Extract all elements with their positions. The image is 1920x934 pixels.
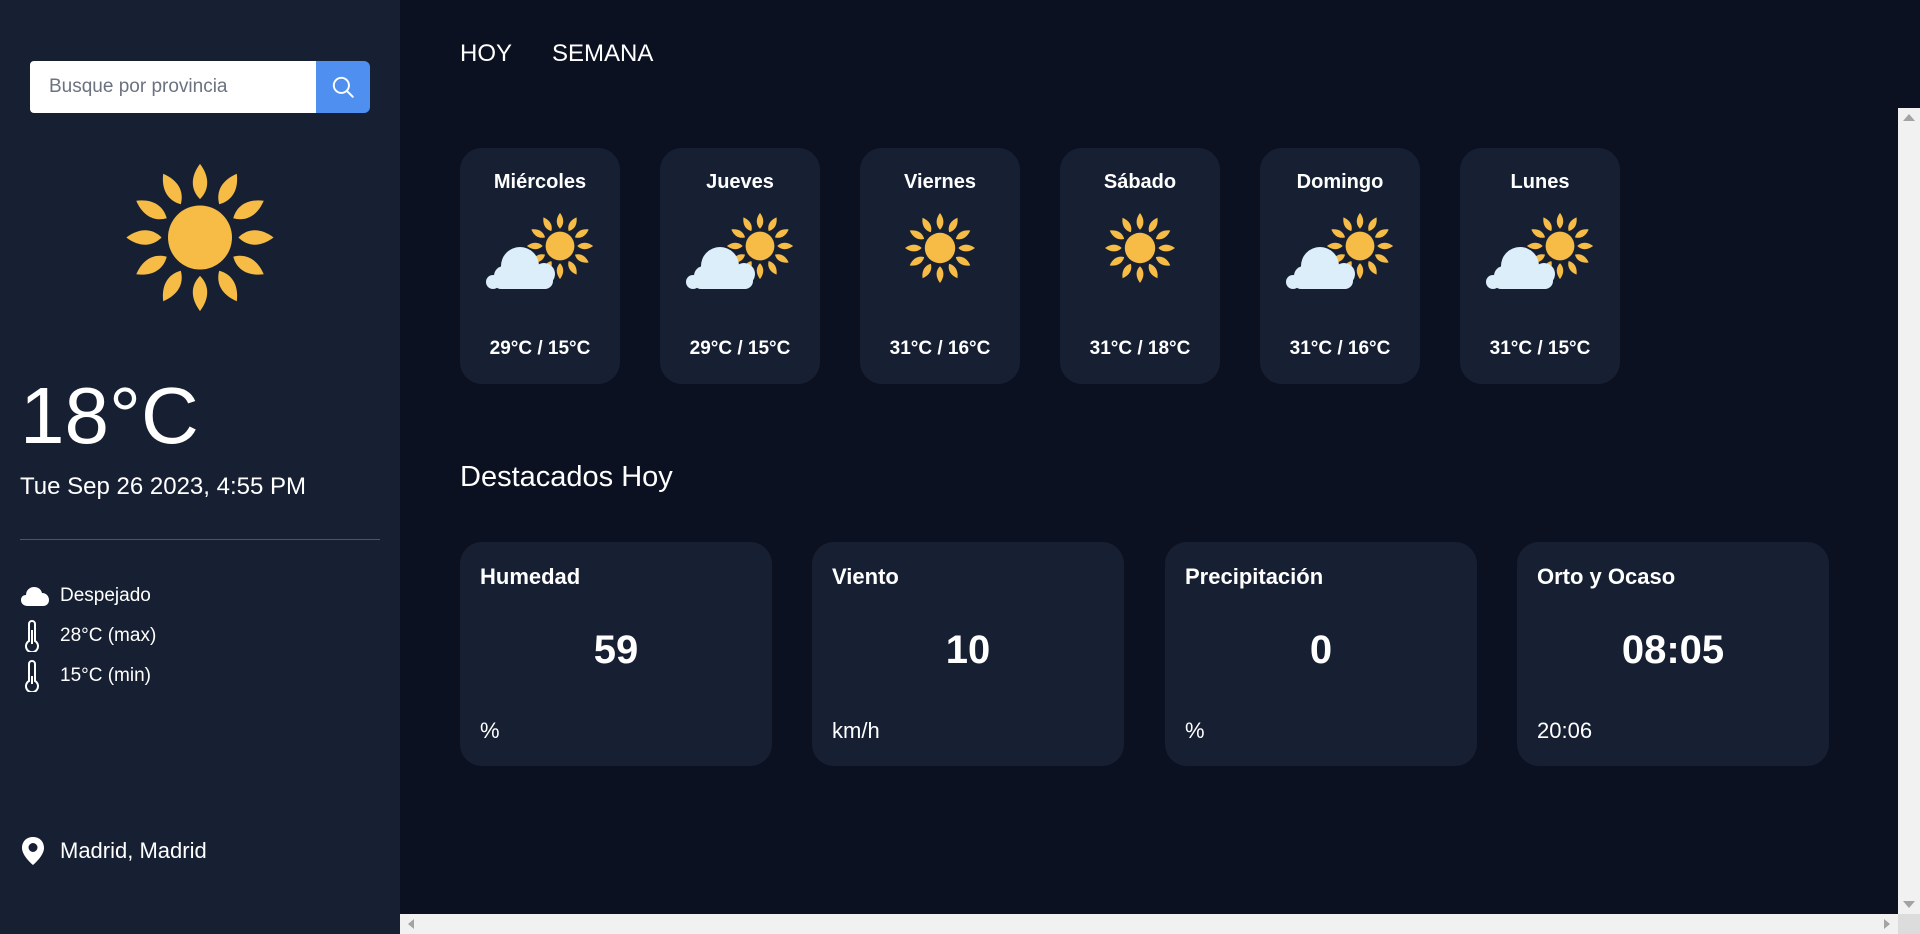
forecast-card: Miércoles 29°C / 15°C [460,148,620,384]
location: Madrid, Madrid [20,836,207,866]
cloud-icon [20,583,50,609]
highlight-card-sunrise-sunset: Orto y Ocaso 08:05 20:06 [1517,542,1829,766]
search-input[interactable] [30,61,316,113]
view-tabs: HOY SEMANA [460,40,653,68]
forecast-card: Domingo 31°C / 16°C [1260,148,1420,384]
scroll-left-icon[interactable] [408,919,414,929]
search-bar [30,61,370,113]
forecast-card: Sábado 31°C / 18°C [1060,148,1220,384]
sun-icon [905,213,975,283]
highlight-value: 59 [593,628,639,672]
highlight-unit: km/h [832,718,880,743]
sun-behind-cloud-icon [484,210,596,300]
highlight-unit: % [1185,718,1205,743]
tab-hoy[interactable]: HOY [460,40,512,68]
highlight-card-precipitation: Precipitación 0 % [1165,542,1477,766]
highlight-title: Precipitación [1185,564,1324,589]
forecast-card: Lunes 31°C / 15°C [1460,148,1620,384]
scroll-down-icon[interactable] [1903,901,1915,908]
highlight-value: 0 [1309,628,1333,672]
forecast-day: Viernes [904,171,976,193]
sun-icon [126,163,274,312]
condition-text: Despejado [60,585,151,606]
highlight-unit: 20:06 [1537,718,1593,743]
highlight-card-wind: Viento 10 km/h [812,542,1124,766]
forecast-card: Jueves 29°C / 15°C [660,148,820,384]
sidebar: 18°C Tue Sep 26 2023, 4:55 PM Despejado … [0,0,400,934]
forecast-temps: 31°C / 15°C [1489,338,1591,359]
sun-behind-cloud-icon [684,210,796,300]
highlight-title: Viento [832,564,899,589]
max-temp-row: 28°C (max) [20,620,157,652]
tab-semana[interactable]: SEMANA [552,40,653,68]
forecast-temps: 31°C / 16°C [1289,338,1391,359]
sun-icon [1105,213,1175,283]
forecast-day: Domingo [1296,171,1384,193]
scroll-up-icon[interactable] [1903,114,1915,121]
thermometer-icon [20,660,50,692]
forecast-temps: 29°C / 15°C [689,338,791,359]
sun-behind-cloud-icon [1284,210,1396,300]
vertical-scrollbar[interactable] [1898,108,1920,914]
current-datetime: Tue Sep 26 2023, 4:55 PM [20,473,306,500]
forecast-temps: 31°C / 16°C [889,338,991,359]
current-temperature: 18°C [20,371,199,460]
forecast-day: Lunes [1510,171,1570,193]
forecast-day: Sábado [1103,171,1177,193]
forecast-day: Miércoles [493,171,587,193]
min-temp-text: 15°C (min) [60,665,152,686]
forecast-temps: 29°C / 15°C [489,338,591,359]
highlight-value: 08:05 [1621,628,1725,672]
search-button[interactable] [316,61,370,113]
highlight-unit: % [480,718,500,743]
highlight-card-humidity: Humedad 59 % [460,542,772,766]
location-pin-icon [20,836,50,866]
search-icon [332,76,354,98]
forecast-temps: 31°C / 18°C [1089,338,1191,359]
highlight-value: 10 [945,628,991,672]
scroll-right-icon[interactable] [1884,919,1890,929]
min-temp-row: 15°C (min) [20,660,152,692]
highlights-title: Destacados Hoy [460,461,673,493]
condition-row: Despejado [20,583,151,609]
thermometer-icon [20,620,50,652]
horizontal-scrollbar[interactable] [400,914,1898,934]
scrollbar-corner [1898,914,1920,934]
forecast-card: Viernes 31°C / 16°C [860,148,1020,384]
location-text: Madrid, Madrid [60,838,207,863]
highlight-title: Humedad [480,564,581,589]
max-temp-text: 28°C (max) [60,625,157,646]
sun-behind-cloud-icon [1484,210,1596,300]
highlight-title: Orto y Ocaso [1537,564,1676,589]
divider [20,539,380,540]
forecast-day: Jueves [706,171,774,193]
